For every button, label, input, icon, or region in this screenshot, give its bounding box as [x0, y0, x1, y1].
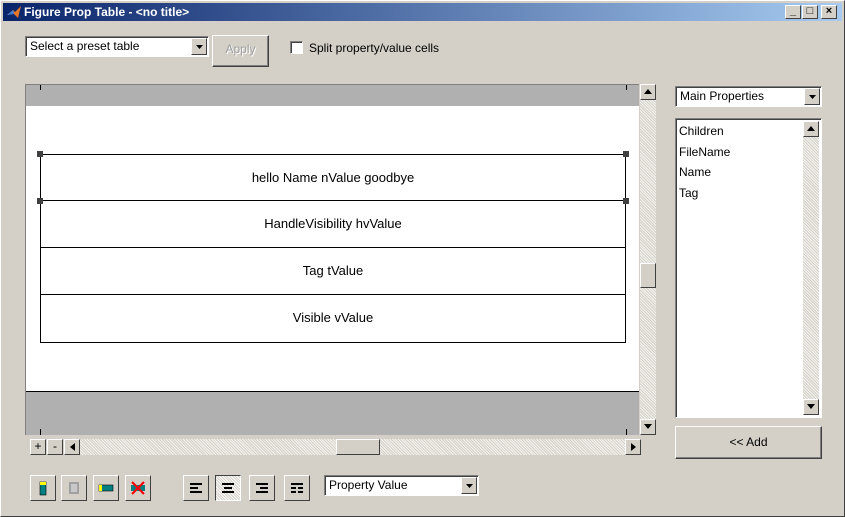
horizontal-scroll-thumb[interactable] [336, 439, 380, 455]
table-row[interactable]: Tag tValue [40, 248, 626, 295]
close-icon: × [825, 5, 833, 17]
maximize-icon: □ [806, 5, 814, 17]
list-scrollbar[interactable] [803, 121, 819, 415]
add-column-button[interactable]: + [30, 439, 46, 455]
split-cells-label: Split property/value cells [309, 41, 440, 55]
insert-column-button[interactable] [93, 475, 119, 501]
add-property-label: << Add [729, 435, 768, 449]
header-tick-right [626, 85, 627, 90]
footer-tick-left [40, 429, 41, 435]
chevron-down-icon [196, 45, 203, 49]
arrow-down-icon [807, 404, 815, 409]
window-title: Figure Prop Table - <no title> [24, 5, 190, 19]
header-band [26, 85, 639, 106]
delete-column-icon [131, 481, 145, 495]
selection-handle[interactable] [37, 198, 43, 204]
align-justify-button[interactable] [284, 475, 310, 501]
header-tick-left [40, 85, 41, 90]
table-row[interactable]: Visible vValue [40, 295, 626, 343]
delete-column-button[interactable] [125, 475, 151, 501]
chevron-down-icon [809, 95, 816, 99]
category-dropdown-button[interactable] [804, 88, 820, 105]
vertical-scroll-thumb[interactable] [640, 263, 656, 288]
property-list[interactable]: Children FileName Name Tag [675, 118, 822, 418]
align-left-button[interactable] [183, 475, 209, 501]
arrow-up-icon [807, 126, 815, 131]
split-cells-checkbox[interactable] [290, 41, 303, 54]
property-category-value: Main Properties [680, 89, 765, 103]
table-cell-text: Visible vValue [292, 310, 374, 325]
table-canvas[interactable]: hello Name nValue goodbye HandleVisibili… [25, 84, 639, 435]
list-item[interactable]: Name [679, 165, 711, 179]
table-cell-text: hello Name nValue goodbye [251, 170, 415, 185]
list-item[interactable]: FileName [679, 145, 730, 159]
arrow-down-icon [644, 424, 652, 429]
scroll-up-button[interactable] [640, 84, 656, 100]
vertical-scrollbar[interactable] [640, 84, 656, 435]
maximize-button[interactable]: □ [802, 5, 818, 19]
minus-icon: - [53, 439, 57, 453]
align-center-button[interactable] [215, 475, 241, 501]
delete-row-icon [69, 482, 79, 494]
align-split-icon [291, 483, 303, 493]
footer-tick-right [626, 429, 627, 435]
preset-dropdown-button[interactable] [191, 38, 207, 55]
insert-row-icon [39, 481, 47, 496]
matlab-logo-icon [7, 6, 21, 18]
horizontal-scrollbar[interactable] [64, 439, 641, 455]
scroll-down-button[interactable] [640, 419, 656, 435]
table-row[interactable]: hello Name nValue goodbye [40, 154, 626, 201]
add-property-button[interactable]: << Add [675, 426, 822, 459]
selection-handle[interactable] [623, 151, 629, 157]
minimize-button[interactable]: _ [785, 5, 801, 19]
selection-handle[interactable] [37, 151, 43, 157]
arrow-left-icon [70, 443, 75, 451]
arrow-right-icon [631, 443, 636, 451]
minimize-icon: _ [789, 5, 797, 17]
footer-band [26, 391, 639, 435]
list-item[interactable]: Children [679, 124, 724, 138]
arrow-up-icon [644, 89, 652, 94]
chevron-down-icon [466, 484, 473, 488]
insert-column-icon [98, 484, 114, 492]
list-scroll-up-button[interactable] [803, 121, 819, 137]
scroll-right-button[interactable] [625, 439, 641, 455]
align-center-icon [222, 483, 234, 493]
preset-table-select[interactable]: Select a preset table [25, 36, 209, 57]
remove-column-button[interactable]: - [47, 439, 63, 455]
insert-mode-select[interactable]: Property Value [324, 475, 479, 496]
apply-button-label: Apply [225, 42, 256, 56]
table-row[interactable]: HandleVisibility hvValue [40, 201, 626, 248]
plus-icon: + [34, 439, 42, 453]
apply-button[interactable]: Apply [212, 35, 269, 67]
table-cell-text: HandleVisibility hvValue [264, 216, 402, 231]
insert-mode-value: Property Value [329, 478, 408, 492]
close-button[interactable]: × [821, 5, 837, 19]
preset-table-value: Select a preset table [30, 39, 140, 53]
figure-prop-table-window: Figure Prop Table - <no title> _ □ × Sel… [0, 0, 845, 517]
insert-mode-dropdown-button[interactable] [461, 477, 477, 494]
align-right-icon [256, 483, 268, 493]
table-cell-text: Tag tValue [302, 263, 364, 278]
list-scroll-down-button[interactable] [803, 399, 819, 415]
selection-handle[interactable] [623, 198, 629, 204]
property-category-select[interactable]: Main Properties [675, 86, 822, 107]
delete-row-button[interactable] [61, 475, 87, 501]
scroll-left-button[interactable] [64, 439, 80, 455]
align-right-button[interactable] [249, 475, 275, 501]
list-item[interactable]: Tag [679, 186, 698, 200]
insert-row-button[interactable] [30, 475, 56, 501]
title-bar[interactable]: Figure Prop Table - <no title> _ □ × [3, 3, 842, 21]
align-left-icon [190, 483, 202, 493]
